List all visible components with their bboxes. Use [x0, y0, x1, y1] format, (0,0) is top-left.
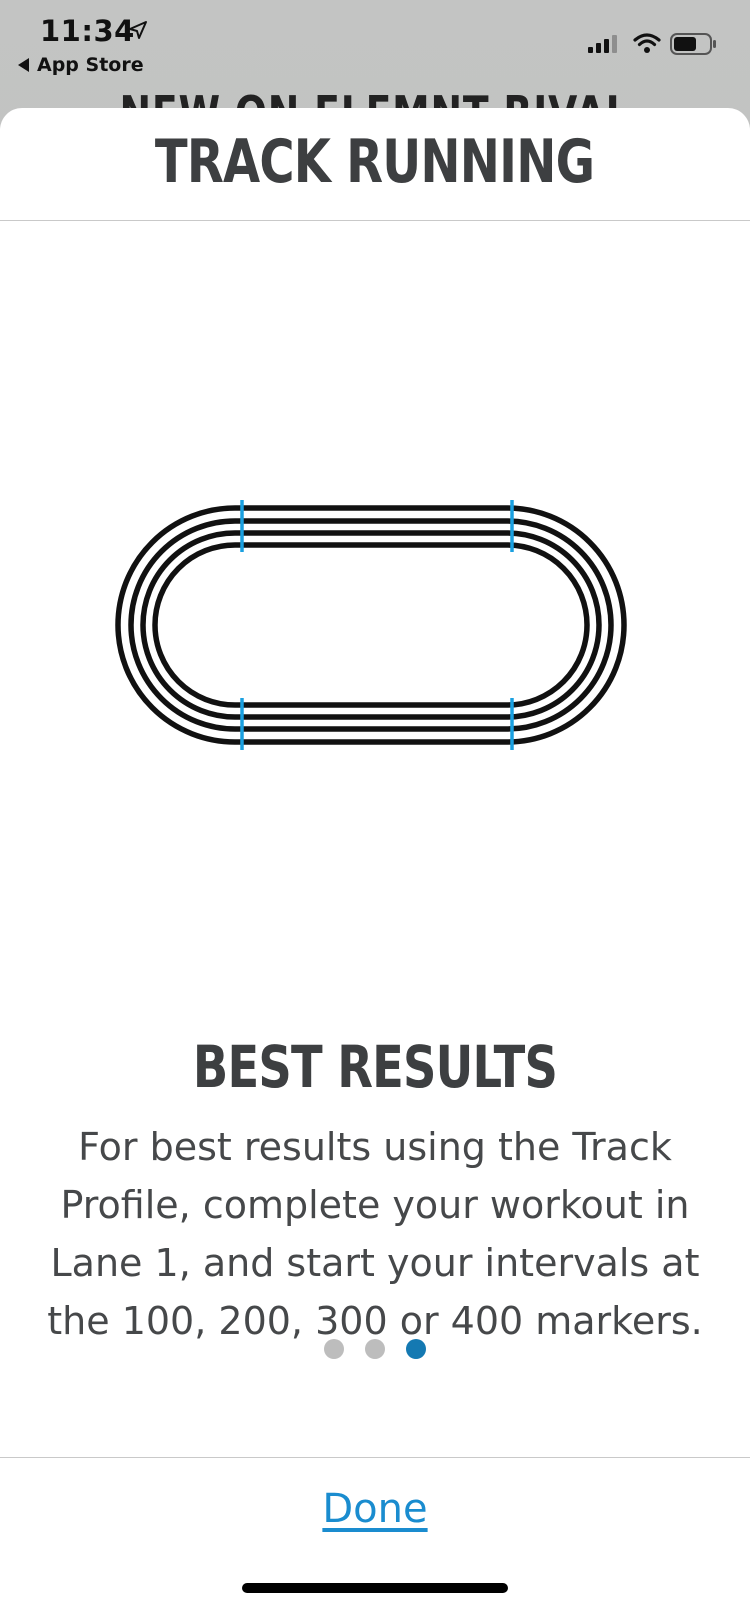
back-link-label: App Store	[37, 54, 144, 76]
running-track-icon	[115, 500, 627, 750]
page-dot-2[interactable]	[365, 1339, 385, 1359]
cellular-signal-icon	[588, 35, 617, 53]
wifi-icon	[633, 33, 661, 53]
slide-body-text: For best results using the Track Profile…	[47, 1125, 703, 1343]
page-indicator[interactable]	[0, 1339, 750, 1359]
location-arrow-icon	[129, 21, 147, 39]
page-dot-3-active[interactable]	[406, 1339, 426, 1359]
sheet-footer: Done	[0, 1457, 750, 1624]
home-indicator[interactable]	[242, 1583, 508, 1593]
status-time: 11:34	[40, 14, 135, 48]
slide-heading: BEST RESULTS	[192, 1033, 558, 1101]
sheet-title: TRACK RUNNING	[155, 127, 595, 197]
page-dot-1[interactable]	[324, 1339, 344, 1359]
done-button[interactable]: Done	[0, 1486, 750, 1532]
back-to-app-store-link[interactable]: App Store	[18, 54, 144, 76]
modal-sheet: TRACK RUNNING BEST RESULTS For best resu…	[0, 108, 750, 1624]
sheet-header: TRACK RUNNING	[0, 108, 750, 221]
screen: 11:34 App Store NEW ON ELEMNT RIVAL TR	[0, 0, 750, 1624]
back-triangle-icon	[18, 58, 29, 72]
battery-icon	[670, 33, 716, 55]
